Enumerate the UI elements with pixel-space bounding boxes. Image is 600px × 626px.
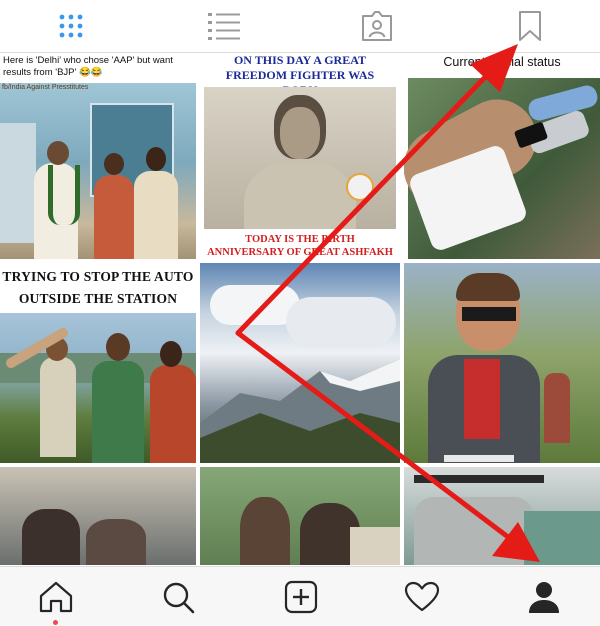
post-thumbnail-9[interactable] [404, 467, 600, 565]
nav-search-button[interactable] [158, 577, 198, 617]
bottom-navigation [0, 566, 600, 626]
wedding-photo: fb/India Against Presstitutes [0, 83, 196, 259]
profile-view-tabs [0, 0, 600, 53]
tagged-photo-icon [362, 11, 392, 41]
heart-icon [404, 581, 440, 612]
movie-still [0, 313, 196, 463]
nav-home-button[interactable] [36, 577, 76, 617]
tagged-view-tab[interactable] [357, 6, 397, 46]
post-thumbnail-5[interactable] [200, 263, 400, 463]
grid-view-tab[interactable] [51, 6, 91, 46]
home-icon [39, 581, 73, 613]
nav-new-post-button[interactable] [281, 577, 321, 617]
post-thumbnail-6[interactable] [404, 263, 600, 463]
list-view-tab[interactable] [204, 6, 244, 46]
post-thumbnail-2[interactable]: ON THIS DAY A GREAT FREEDOM FIGHTER WAS … [200, 53, 400, 259]
profile-icon [529, 582, 559, 613]
notification-dot [53, 620, 58, 625]
list-icon [208, 13, 240, 40]
post-thumbnail-1[interactable]: Here is 'Delhi' who chose 'AAP' but want… [0, 53, 196, 259]
plus-square-icon [284, 580, 318, 614]
saved-view-tab[interactable] [510, 6, 550, 46]
grid-icon [59, 14, 83, 38]
post-caption-text-3: Current official status [443, 55, 561, 69]
nav-activity-button[interactable] [402, 577, 442, 617]
portrait-photo [204, 87, 396, 229]
post-thumbnail-4[interactable]: TRYING TO STOP THE AUTO OUTSIDE THE STAT… [0, 263, 196, 463]
hand-photo [404, 78, 600, 259]
post-caption-text: Here is 'Delhi' who chose 'AAP' but want… [3, 55, 173, 78]
post-thumbnail-3[interactable]: Current official status [404, 53, 600, 259]
post-thumbnail-8[interactable] [200, 467, 400, 565]
mountain-landscape [200, 359, 400, 463]
bookmark-icon [519, 11, 541, 41]
search-icon [163, 582, 195, 614]
post-source-label: fb/India Against Presstitutes [2, 84, 89, 91]
nav-profile-button[interactable] [524, 577, 564, 617]
post-thumbnail-7[interactable] [0, 467, 196, 565]
post-grid: Here is 'Delhi' who chose 'AAP' but want… [0, 53, 600, 565]
post-footer-text: TODAY IS THE BIRTH ANNIVERSARY OF GREAT … [207, 234, 393, 258]
